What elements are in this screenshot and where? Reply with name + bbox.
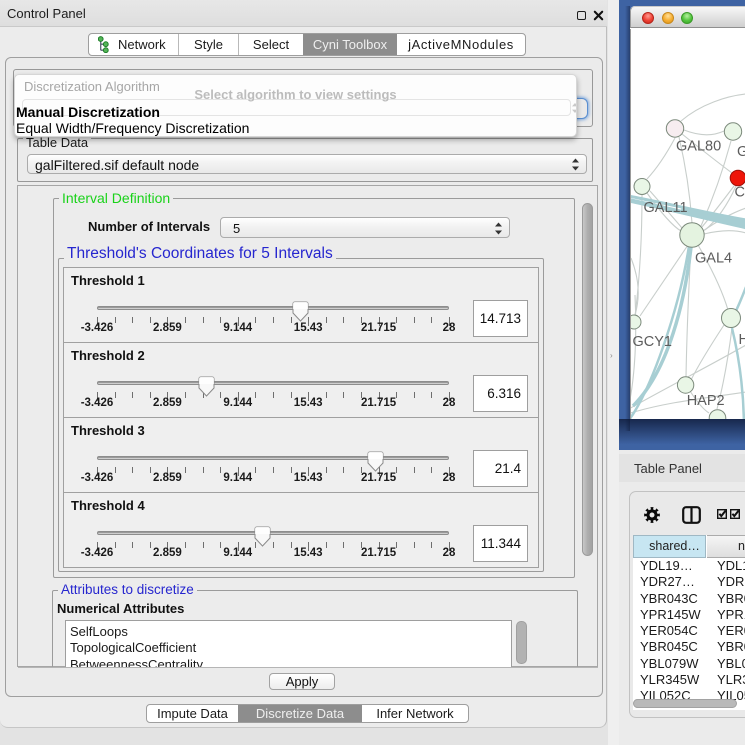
svg-text:HAP2: HAP2 (687, 393, 725, 409)
svg-text:GAL11: GAL11 (644, 200, 688, 216)
svg-text:C: C (735, 185, 745, 201)
svg-text:GAL80: GAL80 (676, 139, 721, 155)
svg-text:GAL4: GAL4 (695, 251, 732, 267)
svg-text:GA: GA (737, 144, 745, 160)
svg-text:H: H (739, 332, 745, 348)
svg-text:GCY1: GCY1 (633, 334, 673, 350)
